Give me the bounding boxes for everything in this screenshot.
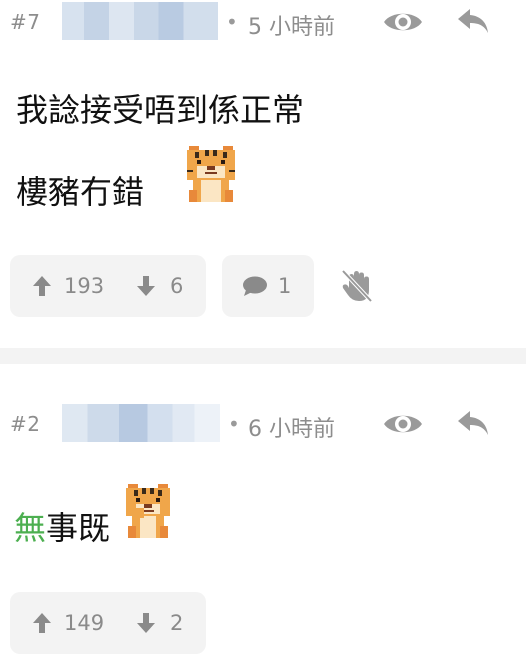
thumb-up-icon[interactable] xyxy=(32,275,52,297)
post-divider xyxy=(0,348,526,364)
thumb-down-icon[interactable] xyxy=(136,275,156,297)
post-content-line: 我諗接受唔到係正常 xyxy=(16,91,305,129)
vote-box: 193 6 xyxy=(10,255,206,317)
post-meta: #7 • 5 小時前 xyxy=(0,0,526,44)
upvote-count: 193 xyxy=(64,274,105,298)
green-text: 無 xyxy=(14,509,47,547)
downvote-count: 2 xyxy=(170,611,184,635)
comment-count: 1 xyxy=(278,274,292,298)
post-meta: #2 • 6 小時前 xyxy=(0,402,526,446)
thumb-down-icon[interactable] xyxy=(136,612,156,634)
post-time: 6 小時前 xyxy=(248,417,335,442)
floor-number: #2 xyxy=(10,412,41,436)
tiger-sticker xyxy=(126,484,170,538)
post-content-line: 樓豬冇錯 xyxy=(16,173,145,211)
reply-icon[interactable] xyxy=(456,408,490,438)
upvote-count: 149 xyxy=(64,611,105,635)
thumb-up-icon[interactable] xyxy=(32,612,52,634)
block-hand-icon[interactable] xyxy=(340,268,374,304)
floor-number: #7 xyxy=(10,10,41,34)
comment-icon xyxy=(243,276,267,296)
post-time: 5 小時前 xyxy=(248,15,335,40)
reply-icon[interactable] xyxy=(456,6,490,36)
downvote-count: 6 xyxy=(170,274,184,298)
vote-box: 149 2 xyxy=(10,592,206,654)
meta-separator: • xyxy=(226,10,238,34)
author-name-blurred[interactable] xyxy=(62,2,218,40)
post-floor-7: #7 • 5 小時前 我諗接受唔到係正常 樓豬冇錯 193 6 1 xyxy=(0,0,526,348)
tiger-sticker xyxy=(187,146,235,202)
eye-icon[interactable] xyxy=(382,6,424,38)
eye-icon[interactable] xyxy=(382,408,424,440)
post-text: 事既 xyxy=(46,509,111,547)
comment-button[interactable]: 1 xyxy=(222,255,314,317)
author-name-blurred[interactable] xyxy=(62,404,220,442)
post-floor-2: #2 • 6 小時前 無事既 149 2 xyxy=(0,364,526,662)
meta-separator: • xyxy=(228,412,240,436)
post-content-line: 無事既 xyxy=(14,512,110,544)
